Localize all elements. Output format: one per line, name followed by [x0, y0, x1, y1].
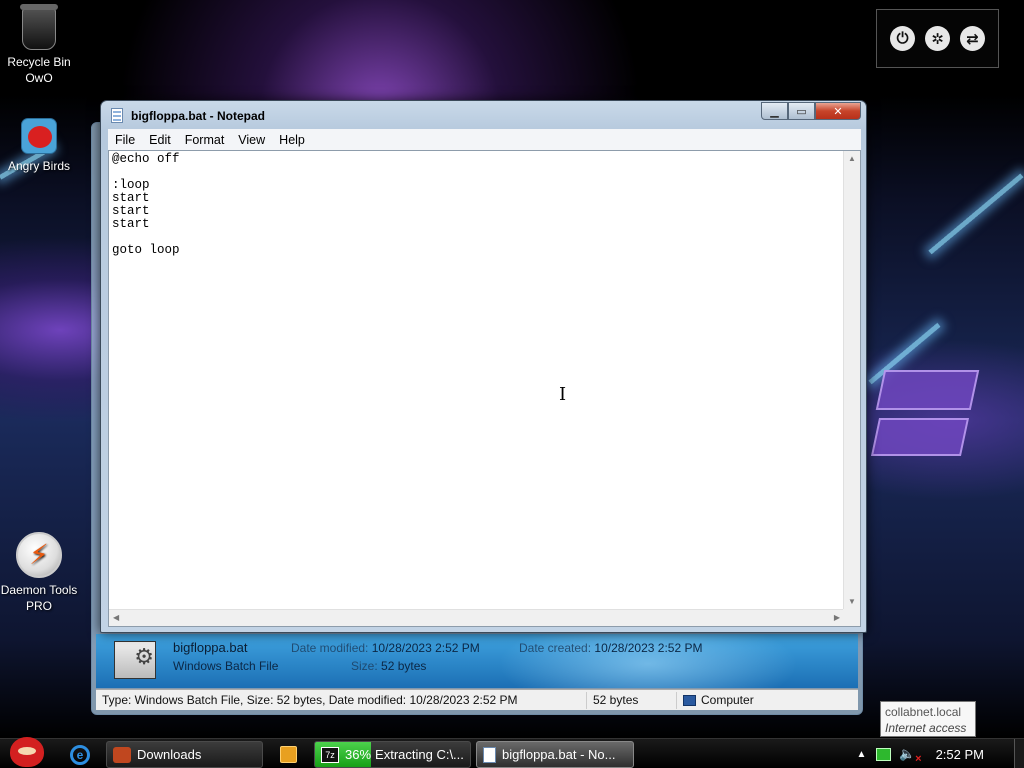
- scroll-down-icon[interactable]: ▼: [848, 597, 856, 606]
- taskbar-button-label: Downloads: [137, 747, 202, 762]
- text-cursor-icon: I: [559, 384, 567, 405]
- notepad-icon: [483, 746, 496, 763]
- batch-file-icon: [114, 641, 156, 679]
- notepad-icon: [111, 108, 123, 123]
- clock[interactable]: 2:52 PM: [936, 747, 984, 762]
- taskbar: e Downloads 7z 36% Extracting C:\... big…: [0, 737, 1024, 768]
- recycle-bin-icon: [20, 4, 58, 50]
- minimize-button[interactable]: ▁: [761, 102, 788, 120]
- scroll-up-icon[interactable]: ▲: [848, 154, 856, 163]
- scrollbar-corner: [843, 609, 860, 626]
- notepad-window[interactable]: bigfloppa.bat - Notepad ▁ ▭ ✕ File Edit …: [100, 100, 867, 633]
- close-button[interactable]: ✕: [815, 102, 861, 120]
- details-file-name: bigfloppa.bat: [173, 640, 248, 655]
- daemon-tools-icon: ⚡: [16, 532, 62, 578]
- system-tray: ▲ 🔈 2:52 PM: [856, 739, 1024, 768]
- internet-explorer-icon[interactable]: e: [70, 745, 90, 765]
- maximize-button[interactable]: ▭: [788, 102, 815, 120]
- menu-view[interactable]: View: [231, 133, 272, 147]
- show-desktop-button[interactable]: [1014, 739, 1024, 768]
- window-title: bigfloppa.bat - Notepad: [131, 109, 265, 123]
- text-editor[interactable]: @echo off :loop start start start goto l…: [108, 150, 861, 627]
- network-icon[interactable]: [876, 747, 892, 761]
- menu-edit[interactable]: Edit: [142, 133, 178, 147]
- details-size-label: Size:: [351, 659, 378, 673]
- asterisk-icon[interactable]: ✲: [925, 26, 950, 51]
- desktop-icon-label: Angry Birds: [7, 159, 71, 173]
- tooltip-network-status: Internet access: [885, 721, 967, 735]
- details-date-modified-label: Date modified:: [291, 641, 369, 655]
- explorer-status-bar: Type: Windows Batch File, Size: 52 bytes…: [96, 689, 858, 710]
- 7zip-icon: 7z: [321, 746, 339, 763]
- menu-help[interactable]: Help: [272, 133, 312, 147]
- explorer-details-pane: bigfloppa.bat Windows Batch File Date mo…: [96, 634, 858, 688]
- vertical-scrollbar[interactable]: ▲ ▼: [843, 151, 860, 609]
- tooltip-network-name: collabnet.local: [885, 705, 962, 719]
- volume-muted-icon[interactable]: 🔈: [899, 746, 921, 765]
- taskbar-button-extracting[interactable]: 7z 36% Extracting C:\...: [314, 741, 471, 768]
- taskbar-button-downloads[interactable]: Downloads: [106, 741, 263, 768]
- status-location-label: Computer: [701, 693, 754, 707]
- details-date-created-label: Date created:: [519, 641, 592, 655]
- caption-buttons: ▁ ▭ ✕: [761, 102, 861, 120]
- menu-bar: File Edit Format View Help: [108, 129, 861, 150]
- start-orb-icon: [10, 737, 44, 767]
- status-size: 52 bytes: [587, 691, 677, 709]
- start-button[interactable]: [8, 733, 46, 768]
- scroll-right-icon[interactable]: ▶: [834, 613, 840, 622]
- desktop-icon-angry-birds[interactable]: Angry Birds: [0, 118, 78, 174]
- computer-icon: [683, 694, 696, 706]
- status-summary: Type: Windows Batch File, Size: 52 bytes…: [96, 691, 587, 709]
- scroll-left-icon[interactable]: ◀: [113, 613, 119, 622]
- network-tooltip: collabnet.local Internet access: [880, 701, 976, 737]
- details-date-created: 10/28/2023 2:52 PM: [594, 641, 703, 655]
- taskbar-button-notepad[interactable]: bigfloppa.bat - No...: [476, 741, 634, 768]
- details-file-type: Windows Batch File: [173, 659, 279, 673]
- details-date-modified: 10/28/2023 2:52 PM: [371, 641, 480, 655]
- menu-file[interactable]: File: [108, 133, 142, 147]
- desktop-icon-daemon-tools[interactable]: ⚡ Daemon Tools PRO: [0, 532, 78, 614]
- status-location: Computer: [677, 692, 760, 709]
- editor-content[interactable]: @echo off :loop start start start goto l…: [112, 153, 180, 257]
- power-icon[interactable]: ⏻: [890, 26, 915, 51]
- wallpaper-logo-block: [875, 370, 980, 410]
- extract-progress-text: 36%: [345, 747, 372, 762]
- folder-icon: [113, 746, 131, 763]
- details-size: 52 bytes: [381, 659, 427, 673]
- taskbar-button-label: Extracting C:\...: [375, 747, 464, 762]
- desktop-gadget: ⏻ ✲ ⇄: [876, 9, 999, 68]
- switch-icon[interactable]: ⇄: [960, 26, 985, 51]
- wallpaper-light-beam: [928, 173, 1024, 255]
- wallpaper-logo-block: [870, 418, 970, 456]
- desktop-icon-label: Daemon Tools PRO: [0, 583, 78, 613]
- desktop-icon-label: Recycle Bin OwO: [7, 55, 71, 85]
- media-player-icon[interactable]: [280, 746, 297, 763]
- horizontal-scrollbar[interactable]: ◀ ▶: [109, 609, 844, 626]
- show-hidden-icons-icon[interactable]: ▲: [856, 749, 866, 760]
- angry-birds-icon: [21, 118, 57, 154]
- menu-format[interactable]: Format: [178, 133, 232, 147]
- taskbar-button-label: bigfloppa.bat - No...: [502, 747, 616, 762]
- desktop-icon-recycle-bin[interactable]: Recycle Bin OwO: [0, 4, 78, 86]
